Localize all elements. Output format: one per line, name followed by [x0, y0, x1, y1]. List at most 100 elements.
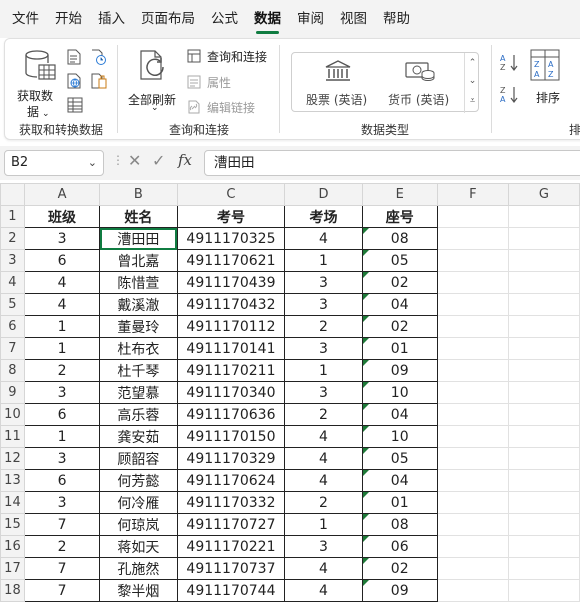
cell[interactable] — [436, 315, 509, 338]
gallery-down-button[interactable]: ⌄ — [465, 74, 480, 90]
cell[interactable]: 7 — [23, 513, 101, 536]
cell[interactable]: 2 — [23, 535, 101, 558]
cell[interactable]: 何冷雁 — [99, 491, 178, 514]
cell[interactable] — [436, 579, 509, 602]
cell[interactable]: 2 — [23, 359, 101, 382]
cell[interactable]: 考场 — [284, 205, 363, 228]
cell[interactable]: 6 — [23, 249, 101, 272]
sort-za-button[interactable]: ZA — [499, 85, 521, 107]
gallery-up-button[interactable]: ⌃ — [465, 55, 480, 71]
row-header[interactable]: 17 — [0, 557, 25, 580]
cell[interactable]: 4911170727 — [176, 513, 286, 536]
row-header[interactable]: 15 — [0, 513, 25, 536]
cell[interactable]: 1 — [284, 359, 363, 382]
properties-button[interactable]: 属性 — [187, 73, 247, 91]
cell[interactable]: 孔施然 — [99, 557, 178, 580]
cell[interactable] — [507, 205, 580, 228]
cell[interactable]: 01 — [361, 491, 438, 514]
cell[interactable]: 4911170141 — [176, 337, 286, 360]
sort-button[interactable]: ZAAZ 排序 — [527, 47, 563, 107]
row-header[interactable]: 2 — [0, 227, 25, 250]
cell[interactable]: 董曼玲 — [99, 315, 178, 338]
cell[interactable]: 范望慕 — [99, 381, 178, 404]
cell[interactable]: 3 — [284, 293, 363, 316]
more-options-icon[interactable]: ⋮ — [112, 153, 124, 167]
menu-item-2[interactable]: 插入 — [90, 0, 133, 38]
cell[interactable] — [436, 227, 509, 250]
cell[interactable]: 杜布衣 — [99, 337, 178, 360]
row-header[interactable]: 10 — [0, 403, 25, 426]
cell[interactable]: 04 — [361, 403, 438, 426]
cell[interactable]: 6 — [23, 469, 101, 492]
cell[interactable]: 何芳懿 — [99, 469, 178, 492]
cell[interactable] — [507, 271, 580, 294]
from-table-icon[interactable] — [67, 97, 83, 117]
cell[interactable] — [507, 557, 580, 580]
cell[interactable]: 2 — [284, 315, 363, 338]
cell[interactable] — [507, 293, 580, 316]
menu-item-5[interactable]: 数据 — [246, 0, 289, 38]
row-header[interactable]: 9 — [0, 381, 25, 404]
row-header[interactable]: 6 — [0, 315, 25, 338]
cell[interactable]: 何琼岚 — [99, 513, 178, 536]
cell[interactable]: 4911170439 — [176, 271, 286, 294]
cell[interactable] — [436, 403, 509, 426]
menu-item-3[interactable]: 页面布局 — [133, 0, 203, 38]
cell[interactable]: 04 — [361, 293, 438, 316]
cell[interactable]: 4 — [284, 425, 363, 448]
column-header[interactable]: G — [507, 183, 580, 206]
cell[interactable]: 3 — [284, 271, 363, 294]
cell[interactable]: 3 — [23, 447, 101, 470]
cell[interactable]: 4911170150 — [176, 425, 286, 448]
cell[interactable]: 08 — [361, 513, 438, 536]
cell[interactable]: 01 — [361, 337, 438, 360]
cell[interactable]: 1 — [23, 337, 101, 360]
column-header[interactable]: D — [284, 183, 363, 206]
get-data-button[interactable]: 获取数 据 ⌄ — [17, 47, 63, 119]
query-connect-button[interactable]: 查询和连接 — [187, 47, 287, 65]
cell[interactable]: 考号 — [176, 205, 286, 228]
recent-sources-icon[interactable] — [91, 49, 107, 69]
cell[interactable] — [436, 293, 509, 316]
enter-icon[interactable]: ✓ — [152, 151, 165, 170]
from-text-icon[interactable] — [67, 49, 81, 69]
row-header[interactable]: 11 — [0, 425, 25, 448]
cell[interactable] — [507, 337, 580, 360]
cell[interactable]: 4911170325 — [176, 227, 286, 250]
gallery-more-button[interactable]: ⩡ — [465, 93, 480, 111]
cell[interactable]: 蒋如天 — [99, 535, 178, 558]
cell[interactable]: 4911170636 — [176, 403, 286, 426]
cell[interactable]: 戴溪澈 — [99, 293, 178, 316]
menu-item-0[interactable]: 文件 — [4, 0, 47, 38]
row-header[interactable]: 13 — [0, 469, 25, 492]
cell[interactable] — [507, 381, 580, 404]
cell[interactable]: 座号 — [361, 205, 438, 228]
row-header[interactable]: 12 — [0, 447, 25, 470]
cell[interactable]: 漕田田 — [99, 227, 178, 250]
cell[interactable]: 04 — [361, 469, 438, 492]
column-header[interactable]: B — [99, 183, 178, 206]
menu-item-4[interactable]: 公式 — [203, 0, 246, 38]
cell[interactable]: 曾北嘉 — [99, 249, 178, 272]
cell[interactable]: 2 — [284, 403, 363, 426]
row-header[interactable]: 4 — [0, 271, 25, 294]
menu-item-1[interactable]: 开始 — [47, 0, 90, 38]
from-web-icon[interactable] — [67, 73, 83, 93]
menu-item-6[interactable]: 审阅 — [289, 0, 332, 38]
cell[interactable] — [507, 359, 580, 382]
cell[interactable] — [436, 469, 509, 492]
stocks-button[interactable]: 股票 (英语) — [302, 57, 372, 109]
row-header[interactable]: 16 — [0, 535, 25, 558]
cell[interactable] — [507, 403, 580, 426]
cell[interactable] — [507, 315, 580, 338]
cell[interactable]: 4 — [284, 447, 363, 470]
cell[interactable]: 4911170340 — [176, 381, 286, 404]
name-box[interactable]: B2 ⌄ — [4, 150, 104, 176]
row-header[interactable]: 8 — [0, 359, 25, 382]
cell[interactable] — [436, 447, 509, 470]
cell[interactable]: 4911170744 — [176, 579, 286, 602]
refresh-all-button[interactable]: 全部刷新 ⌄ — [125, 47, 181, 117]
select-all-corner[interactable] — [0, 183, 25, 206]
cell[interactable]: 7 — [23, 557, 101, 580]
cell[interactable]: 陈惜萱 — [99, 271, 178, 294]
